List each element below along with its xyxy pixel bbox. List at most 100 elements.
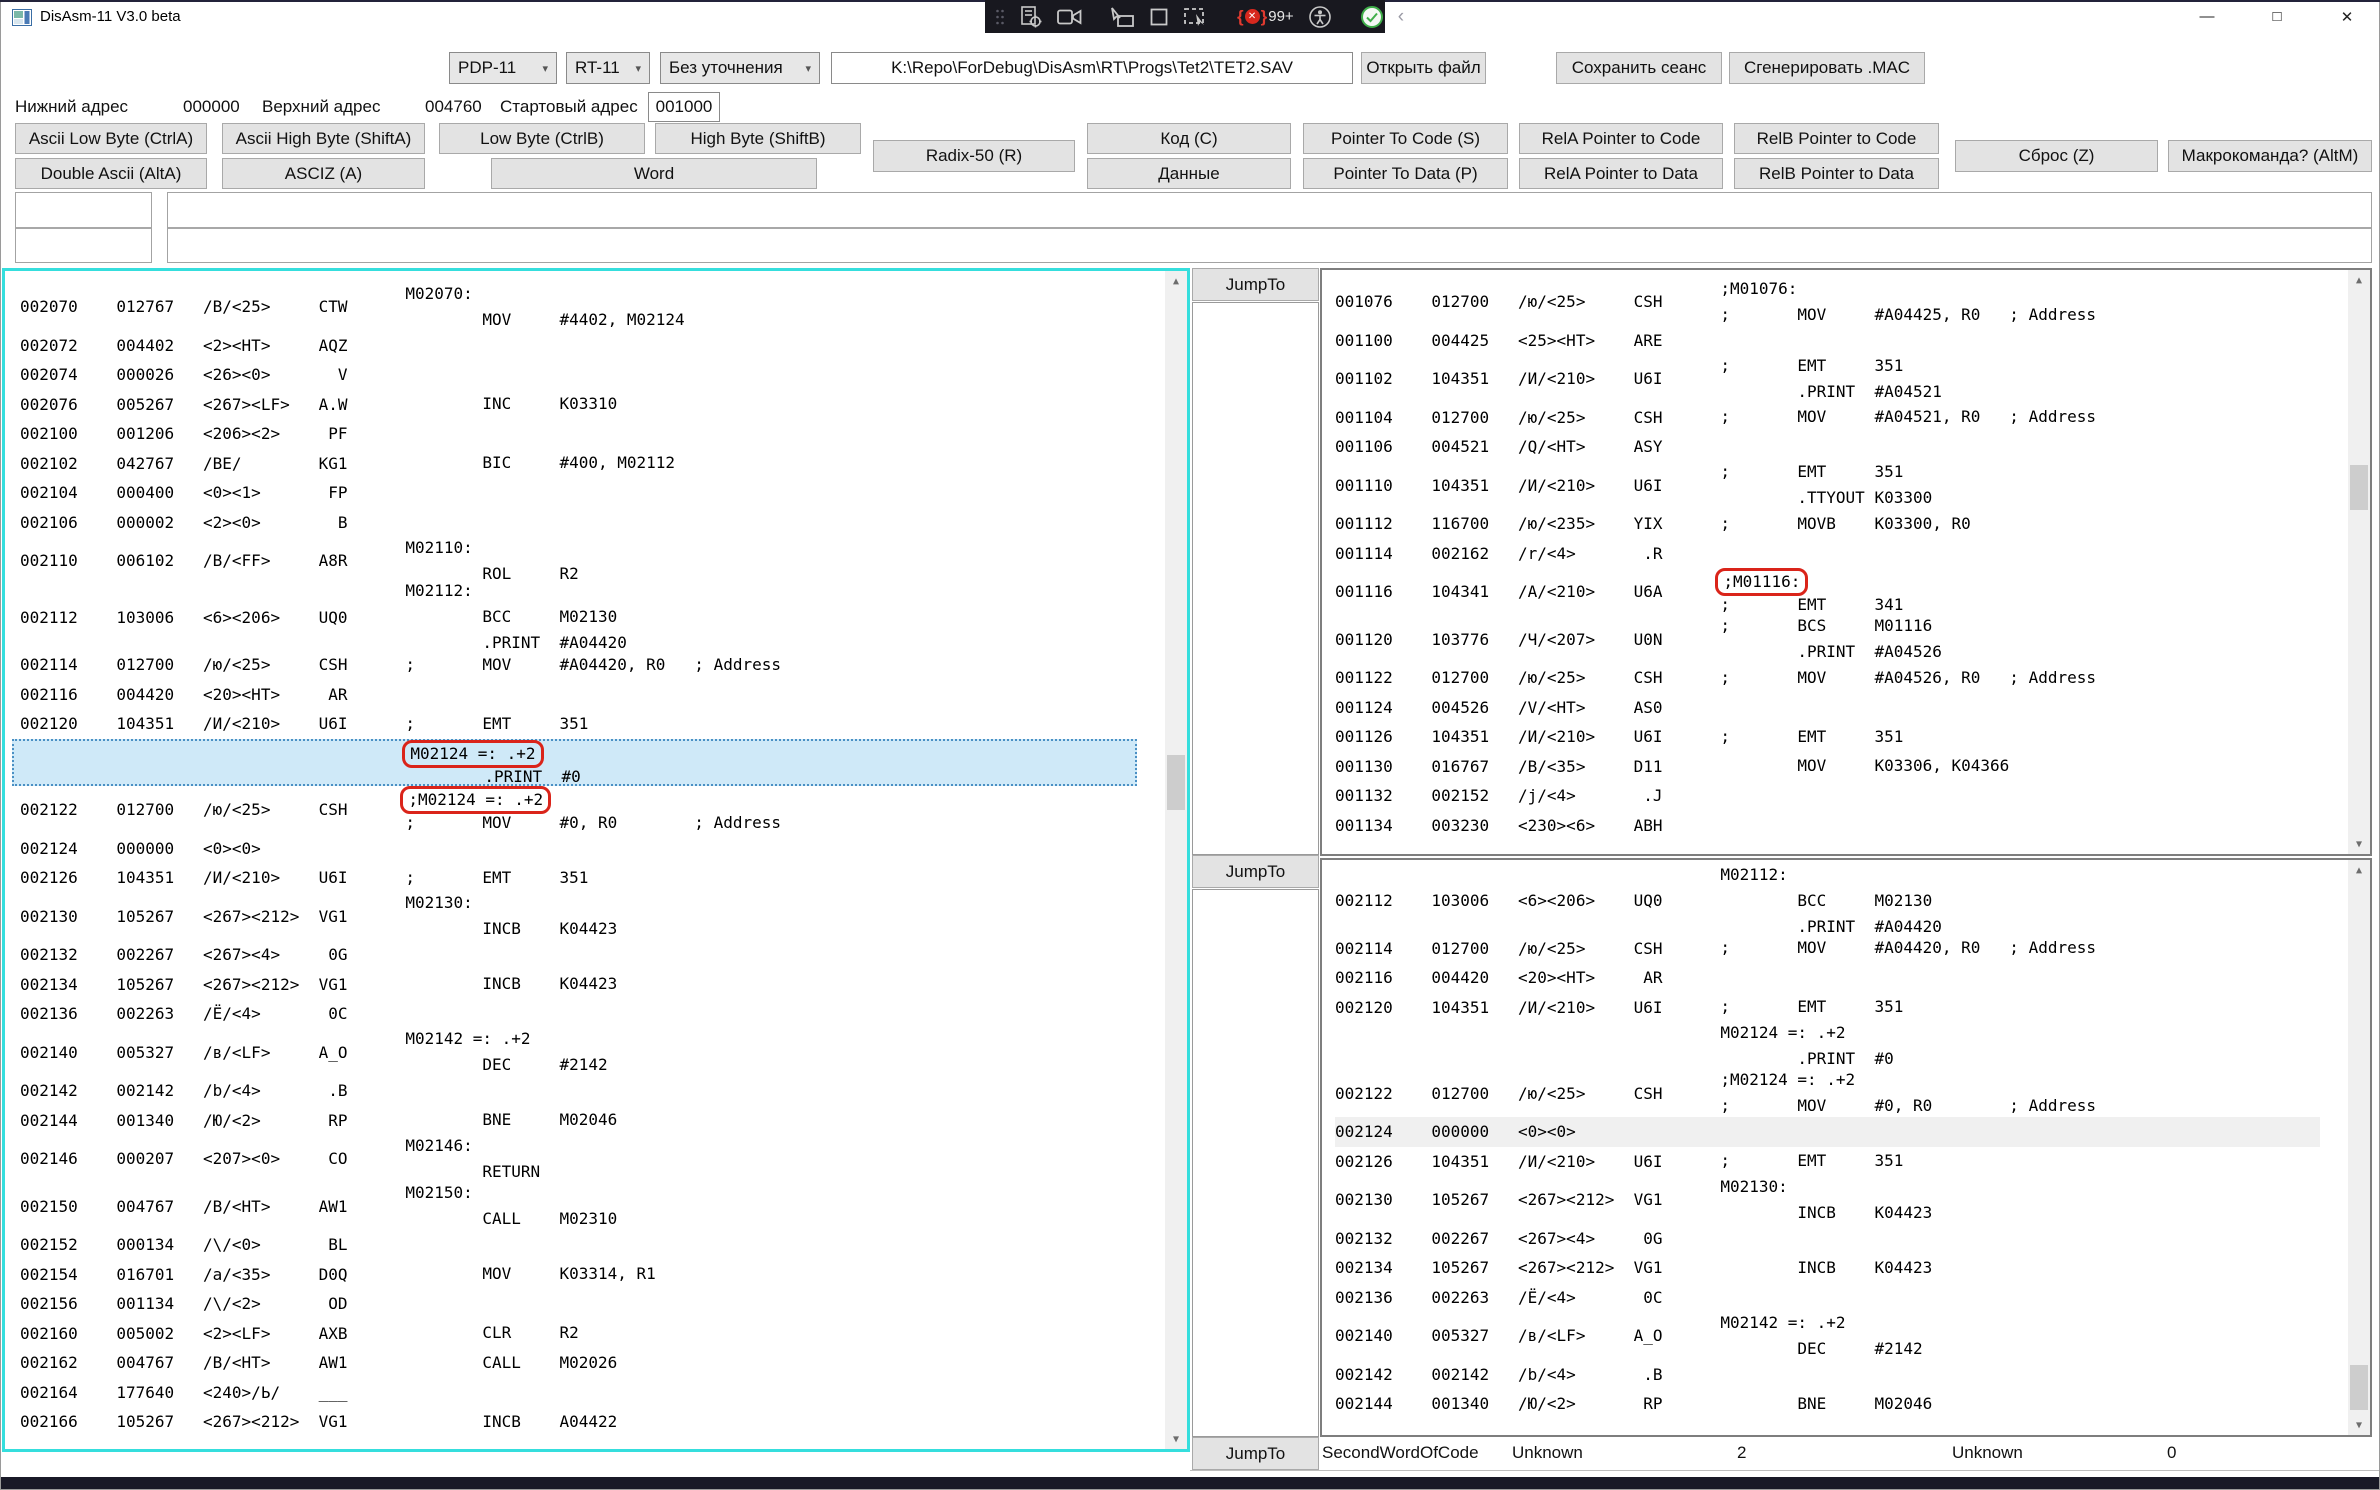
listing-row[interactable]: 002162004767/B/<HT>AW1 CALL M02026 [20,1348,1163,1378]
listing-row[interactable]: 001112116700/ю/<235>YIX; MOVB K03300, R0 [1335,509,2346,539]
listing-row[interactable]: 001102104351/И/<210>U6I; EMT 351 .PRINT … [1335,355,2346,403]
listing-row[interactable]: 002136002263/Ё/<4>0C [20,999,1163,1029]
listing-row[interactable]: 001122012700/ю/<25>CSH; MOV #A04526, R0 … [1335,663,2346,693]
low-byte-button[interactable]: Low Byte (CtrlB) [439,123,645,154]
double-ascii-button[interactable]: Double Ascii (AltA) [15,158,207,189]
listing-row[interactable]: 002144001340/Ю/<2>RP BNE M02046 [1335,1389,2346,1419]
cursor-select-icon[interactable] [1110,6,1135,28]
listing-row[interactable]: 002116004420<20><HT>AR [1335,963,2346,993]
ascii-high-byte-button[interactable]: Ascii High Byte (ShiftA) [222,123,425,154]
listing-row[interactable]: 002124000000<0><0> [20,834,1163,864]
listing-row[interactable]: 002136002263/Ё/<4>0C [1335,1283,2346,1313]
camera-icon[interactable] [1057,8,1082,26]
listing-row[interactable]: 002120104351/И/<210>U6I; EMT 351 [20,709,1163,739]
jumpto-list-middle[interactable] [1192,889,1319,1437]
scroll-down-icon[interactable]: ▼ [2348,1415,2370,1435]
listing-row[interactable]: 002122012700/ю/<25>CSH;M02124 =: .+2; MO… [20,786,1163,834]
jumpto-button-top[interactable]: JumpTo [1192,268,1319,301]
listing-row[interactable]: 002120104351/И/<210>U6I; EMT 351 [1335,993,2346,1023]
scroll-down-icon[interactable]: ▼ [1165,1429,1187,1449]
listing-row[interactable]: 002144001340/Ю/<2>RP BNE M02046 [20,1106,1163,1136]
code-button[interactable]: Код (C) [1087,123,1291,154]
listing-row[interactable]: 002154016701/a/<35>D0Q MOV K03314, R1 [20,1260,1163,1290]
reference-bottom-scrollbar[interactable]: ▲ ▼ [2348,860,2370,1435]
high-byte-button[interactable]: High Byte (ShiftB) [655,123,861,154]
selected-listing-row[interactable]: M02124 =: .+2 .PRINT #0 [12,739,1137,787]
listing-row[interactable]: 002134105267<267><212>VG1 INCB K04423 [1335,1253,2346,1283]
listing-row[interactable]: 002146000207<207><0>COM02146: RETURN [20,1135,1163,1183]
listing-row[interactable]: 002102042767/BE/KG1 BIC #400, M02112 [20,449,1163,479]
file-path-input[interactable]: K:\Repo\ForDebug\DisAsm\RT\Progs\Tet2\TE… [831,52,1353,84]
check-icon[interactable] [1360,5,1384,29]
listing-row[interactable]: 002140005327/в/<LF>A_OM02142 =: .+2 DEC … [1335,1312,2346,1360]
pointer-to-data-button[interactable]: Pointer To Data (P) [1303,158,1508,189]
listing-row[interactable]: 001130016767/B/<35>D11 MOV K03306, K0436… [1335,752,2346,782]
listing-row[interactable]: 001106004521/Q/<HT>ASY [1335,432,2346,462]
ascii-low-byte-button[interactable]: Ascii Low Byte (CtrlA) [15,123,207,154]
scrollbar-thumb[interactable] [1167,755,1185,810]
reference-listing-panel-bottom[interactable]: 002112103006<6><206>UQ0M02112: BCC M0213… [1320,858,2372,1437]
pointer-to-code-button[interactable]: Pointer To Code (S) [1303,123,1508,154]
listing-row[interactable]: 001116104341/А/<210>U6A;M01116:; EMT 341 [1335,568,2346,616]
open-file-button[interactable]: Открыть файл [1361,52,1486,84]
radix50-button[interactable]: Radix-50 (R) [873,140,1075,172]
listing-row[interactable]: 002132002267<267><4>0G [20,940,1163,970]
listing-row[interactable]: 001104012700/ю/<25>CSH; MOV #A04521, R0 … [1335,403,2346,433]
cpu-select[interactable]: PDP-11▾ [449,52,557,84]
jumpto-list-top[interactable] [1192,302,1319,855]
scroll-down-icon[interactable]: ▼ [2348,834,2370,854]
jumpto-button-bottom[interactable]: JumpTo [1192,1437,1319,1470]
listing-row[interactable]: 002076005267<267><LF>A.W INC K03310 [20,390,1163,420]
generate-mac-button[interactable]: Сгенерировать .MAC [1729,52,1925,84]
listing-row[interactable]: 001132002152/j/<4>.J [1335,781,2346,811]
listing-row[interactable]: 002112103006<6><206>UQ0M02112: BCC M0213… [20,585,1163,651]
listing-row[interactable]: 001120103776/Ч/<207>U0N; BCS M01116 .PRI… [1335,616,2346,664]
listing-row[interactable]: 002130105267<267><212>VG1M02130: INCB K0… [20,893,1163,941]
listing-row[interactable]: 001114002162/r/<4>.R [1335,539,2346,569]
data-button[interactable]: Данные [1087,158,1291,189]
region-icon[interactable] [1149,7,1169,27]
scroll-up-icon[interactable]: ▲ [2348,860,2370,880]
listing-row[interactable]: 002114012700/ю/<25>CSH; MOV #A04420, R0 … [20,650,1163,680]
jumpto-button-middle[interactable]: JumpTo [1192,855,1319,888]
listing-row[interactable]: 002124000000<0><0> [1335,1117,2320,1147]
listing-row[interactable]: 001100004425<25><HT>ARE [1335,326,2346,356]
listing-row[interactable]: 002072004402<2><HT>AQZ [20,331,1163,361]
listing-row[interactable]: 002126104351/И/<210>U6I; EMT 351 [20,863,1163,893]
scroll-up-icon[interactable]: ▲ [2348,270,2370,290]
listing-row[interactable]: 001124004526/V/<HT>AS0 [1335,693,2346,723]
reset-button[interactable]: Сброс (Z) [1955,140,2158,172]
start-address-input[interactable]: 001000 [648,92,720,122]
relb-pointer-to-code-button[interactable]: RelB Pointer to Code [1734,123,1939,154]
collapse-chevron-icon[interactable]: ‹ [1398,6,1404,28]
maximize-button[interactable]: □ [2242,0,2312,33]
reference-listing-panel-top[interactable]: 001076012700/ю/<25>CSH;M01076:; MOV #A04… [1320,268,2372,856]
reference-top-scrollbar[interactable]: ▲ ▼ [2348,270,2370,854]
rela-pointer-to-data-button[interactable]: RelA Pointer to Data [1519,158,1723,189]
relb-pointer-to-data-button[interactable]: RelB Pointer to Data [1734,158,1939,189]
scrollbar-thumb[interactable] [2350,465,2368,510]
listing-row[interactable]: 002112103006<6><206>UQ0M02112: BCC M0213… [1335,868,2346,934]
listing-row[interactable]: 002106000002<2><0>B [20,508,1163,538]
cursor-dashed-region-icon[interactable] [1183,6,1209,28]
word-button[interactable]: Word [491,158,817,189]
accessibility-icon[interactable] [1308,5,1332,29]
main-listing-scrollbar[interactable]: ▲ ▼ [1165,271,1187,1449]
macro-button[interactable]: Макрокоманда? (AltM) [2168,140,2372,172]
listing-row[interactable]: M02124 =: .+2 .PRINT #0 [1335,1022,2346,1070]
os-select[interactable]: RT-11▾ [566,52,650,84]
listing-row[interactable]: 002164177640<240>/Ь/___ [20,1378,1163,1408]
save-session-button[interactable]: Сохранить сеанс [1556,52,1722,84]
listing-row[interactable]: 002122012700/ю/<25>CSH;M02124 =: .+2; MO… [1335,1070,2346,1118]
listing-row[interactable]: 001076012700/ю/<25>CSH;M01076:; MOV #A04… [1335,278,2346,326]
listing-row[interactable]: 002152000134/\/<0>BL [20,1230,1163,1260]
listing-row[interactable]: 002070012767/B/<25>CTWM02070: MOV #4402,… [20,283,1163,331]
listing-row[interactable]: 002142002142/b/<4>.B [20,1076,1163,1106]
listing-row[interactable]: 002150004767/B/<HT>AW1M02150: CALL M0231… [20,1183,1163,1231]
listing-row[interactable]: 002132002267<267><4>0G [1335,1224,2346,1254]
close-button[interactable]: ✕ [2312,0,2380,33]
listing-row[interactable]: 002134105267<267><212>VG1 INCB K04423 [20,970,1163,1000]
listing-row[interactable]: 002156001134/\/<2>OD [20,1289,1163,1319]
minimize-button[interactable]: — [2172,0,2242,33]
listing-row[interactable]: 002074000026<26><0>V [20,360,1163,390]
